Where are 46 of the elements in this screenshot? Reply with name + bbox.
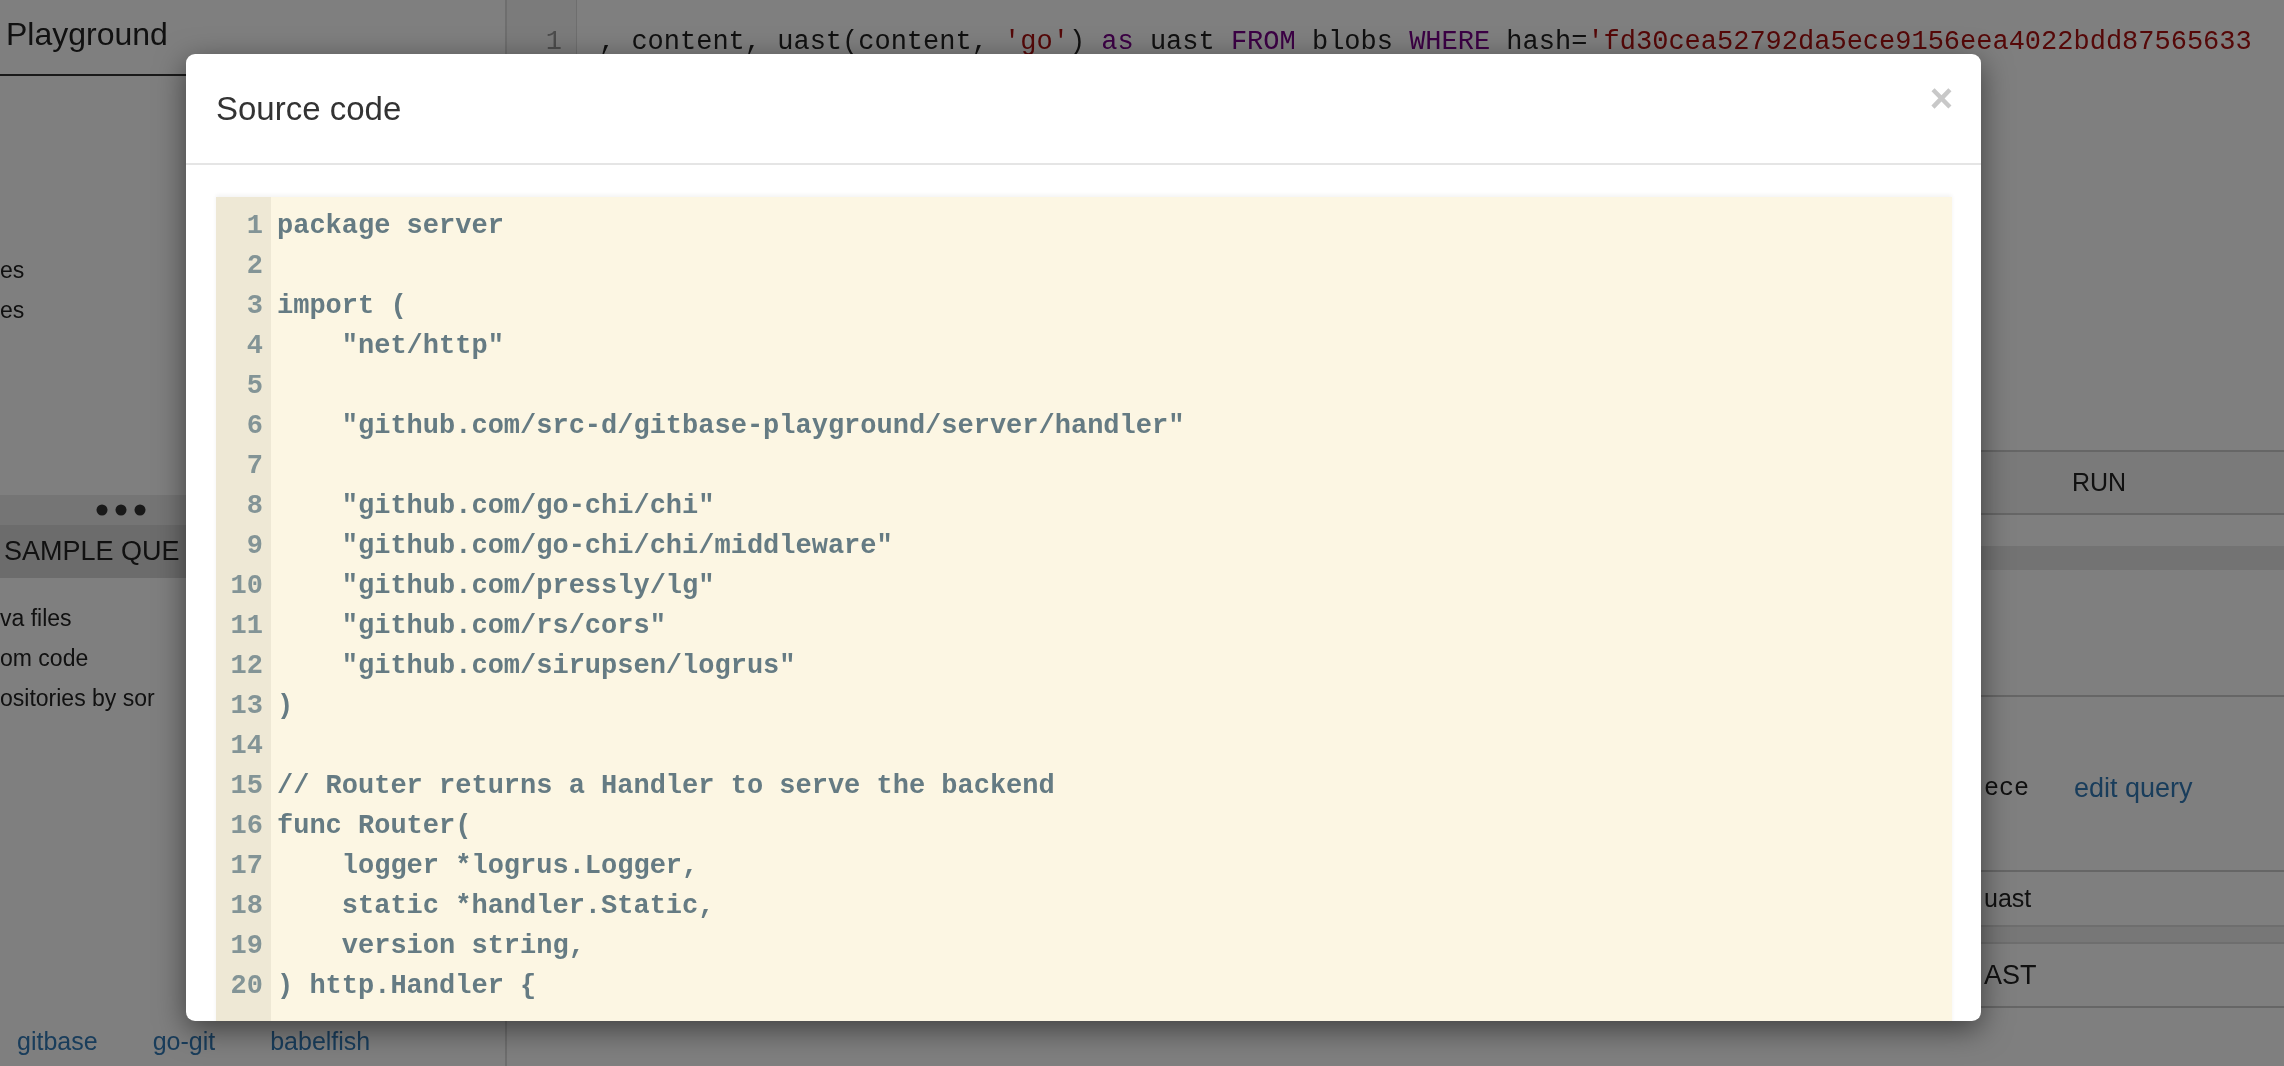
line-number: 19 <box>230 931 263 961</box>
footer-link[interactable]: go-git <box>152 1026 216 1056</box>
query-code-line: , content, uast(content, 'go') as uast FROM blobs WHERE hash='fd30cea52792da5ece9156eea4022bdd87565633 <box>599 26 2252 58</box>
line-number: 4 <box>246 331 263 361</box>
line-number: 5 <box>246 371 263 401</box>
code-line: import ( <box>277 291 407 321</box>
line-number: 13 <box>230 691 263 721</box>
line-number: 7 <box>246 451 263 481</box>
drag-handle-icon[interactable] <box>96 504 146 516</box>
footer-link[interactable]: babelfish <box>270 1026 371 1056</box>
line-number: 10 <box>230 571 263 601</box>
hash-value: ece <box>1984 774 2030 803</box>
line-number: 18 <box>230 891 263 921</box>
line-number: 9 <box>246 531 263 561</box>
column-header: uast <box>1984 884 2032 913</box>
line-number: 8 <box>246 491 263 521</box>
code-line: "github.com/go-chi/chi/middleware" <box>340 531 893 561</box>
code-line: "github.com/rs/cors" <box>340 611 666 641</box>
code-line: "net/http" <box>340 331 504 361</box>
dialog-title: Source code <box>216 89 402 128</box>
line-number: 11 <box>230 611 263 641</box>
line-number: 6 <box>246 411 263 441</box>
code-line: "github.com/sirupsen/logrus" <box>340 651 796 681</box>
code-line: ) <box>277 691 294 721</box>
code-line: // Router returns a Handler to serve the backend <box>277 771 1055 801</box>
line-number: 1 <box>246 211 263 241</box>
code-line: static *handler.Static, <box>340 891 715 921</box>
code-line: package server <box>277 211 504 241</box>
code-line: ) http.Handler { <box>277 971 537 1001</box>
line-number: 12 <box>230 651 263 681</box>
line-number: 15 <box>230 771 263 801</box>
line-number: 2 <box>246 251 263 281</box>
line-number: 20 <box>230 971 263 1001</box>
footer-link[interactable]: gitbase <box>17 1026 98 1056</box>
code-line: "github.com/pressly/lg" <box>340 571 715 601</box>
line-number: 17 <box>230 851 263 881</box>
line-number: 3 <box>246 291 263 321</box>
line-number: 16 <box>230 811 263 841</box>
code-line: "github.com/src-d/gitbase-playground/server/handler" <box>340 411 1185 441</box>
show-ast-button[interactable]: AST <box>1984 959 2284 991</box>
code-line: logger *logrus.Logger, <box>340 851 699 881</box>
code-line: "github.com/go-chi/chi" <box>340 491 715 521</box>
code-line: func Router( <box>277 811 472 841</box>
line-number: 14 <box>230 731 263 761</box>
code-line: version string, <box>340 931 585 961</box>
edit-query-link[interactable]: edit query <box>2074 773 2193 804</box>
